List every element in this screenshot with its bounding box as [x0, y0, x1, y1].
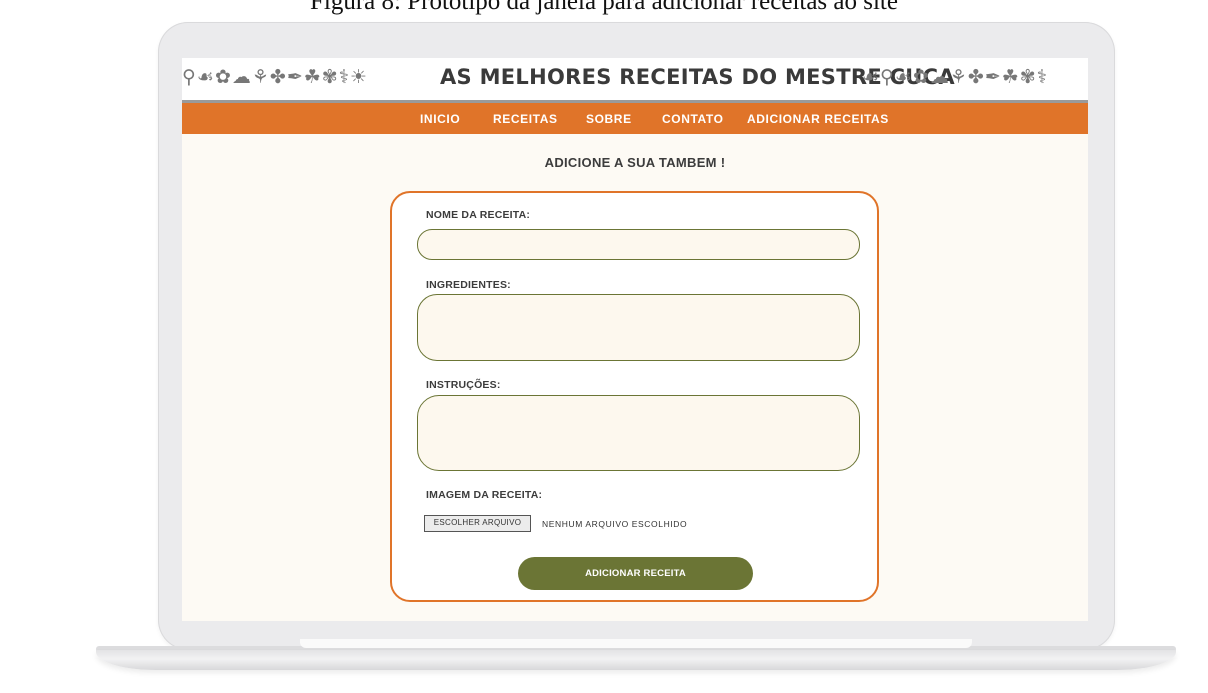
- nav-adicionar-receitas[interactable]: ADICIONAR RECEITAS: [747, 112, 889, 126]
- nav-contato[interactable]: CONTATO: [662, 112, 724, 126]
- recipe-name-label: NOME DA RECEITA:: [426, 209, 531, 221]
- add-recipe-button[interactable]: ADICIONAR RECEITA: [518, 557, 753, 590]
- laptop-notch: [300, 639, 972, 648]
- vegetable-decoration-left-icon: ⚲☙✿☁⚘✤✒☘✾⚕☀: [182, 66, 369, 88]
- recipe-image-label: IMAGEM DA RECEITA:: [426, 489, 543, 501]
- nav-inicio[interactable]: INICIO: [420, 112, 460, 126]
- instructions-label: INSTRUÇÕES:: [426, 379, 501, 391]
- site-title: AS MELHORES RECEITAS DO MESTRE CUCA: [440, 65, 955, 89]
- file-status-text: NENHUM ARQUIVO ESCOLHIDO: [542, 519, 688, 529]
- laptop-screen: ⚲☙✿☁⚘✤✒☘✾⚕☀ AS MELHORES RECEITAS DO MEST…: [182, 58, 1088, 621]
- figure-caption: Figura 8: Protótipo da janela para adici…: [310, 0, 898, 15]
- recipe-name-input[interactable]: [417, 229, 860, 260]
- nav-bar: INICIO RECEITAS SOBRE CONTATO ADICIONAR …: [182, 103, 1088, 134]
- ingredients-textarea[interactable]: [417, 294, 860, 361]
- site-header: ⚲☙✿☁⚘✤✒☘✾⚕☀ AS MELHORES RECEITAS DO MEST…: [182, 58, 1088, 100]
- nav-receitas[interactable]: RECEITAS: [493, 112, 558, 126]
- vegetable-decoration-right-icon: ☙⚲☙✿☁⚘✤✒☘✾⚕: [862, 66, 1049, 88]
- add-recipe-form: NOME DA RECEITA: INGREDIENTES: INSTRUÇÕE…: [390, 191, 879, 602]
- nav-sobre[interactable]: SOBRE: [586, 112, 632, 126]
- instructions-textarea[interactable]: [417, 395, 860, 471]
- laptop-base: [96, 650, 1176, 670]
- ingredients-label: INGREDIENTES:: [426, 279, 511, 291]
- form-heading: ADICIONE A SUA TAMBEM !: [544, 155, 726, 170]
- choose-file-button[interactable]: ESCOLHER ARQUIVO: [424, 515, 531, 532]
